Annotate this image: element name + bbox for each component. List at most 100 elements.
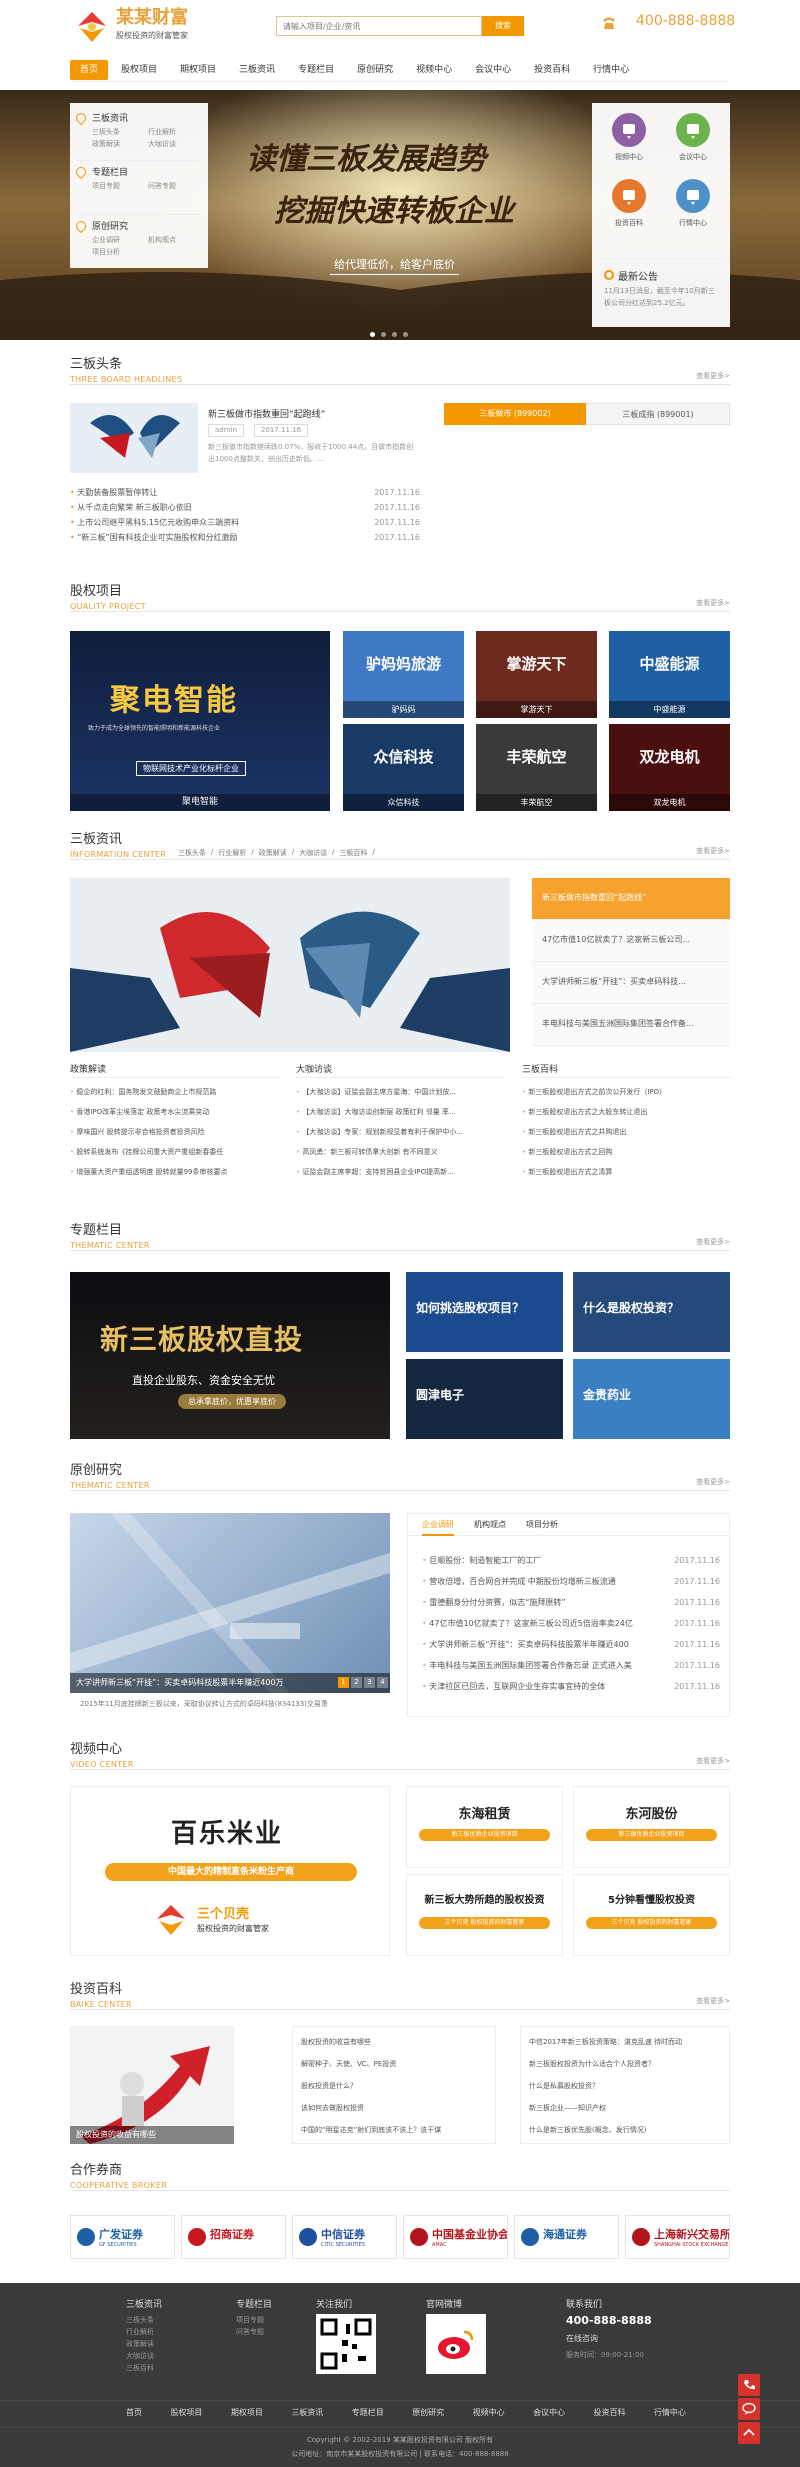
news-subtab[interactable]: 三板百科 [339,848,367,858]
research-slider[interactable]: 大学讲师新三板“开挂”：买卖卓码科技股票半年赚近400万 1234 [70,1513,390,1693]
headline-item[interactable]: • 从千点走向繁荣 新三板职心依旧 2017.11.16 [70,500,420,515]
slider-page[interactable]: 1 [338,1677,349,1688]
side-menu-title[interactable]: 三板资讯 [92,111,128,124]
news-column-item[interactable]: • 新三板股权退出方式之前次公开发行（IPO） [522,1082,732,1102]
logo[interactable]: 某某财富 股权投资的财富管家 [72,8,212,48]
baike-item[interactable]: 解密种子、天使、VC、PE投资 [301,2053,487,2075]
slider-dot[interactable] [403,332,408,337]
news-subtab[interactable]: 行业解析 [218,848,246,858]
video-card[interactable]: 5分钟看懂股权投资 三个贝壳 股权投资的财富管家 [573,1874,730,1956]
nav-item[interactable]: 期权项目 [170,60,226,80]
partner-logo[interactable]: 中国基金业协会 AMAC [403,2215,508,2259]
equity-card[interactable]: 众信科技 众信科技 [343,724,464,811]
research-item[interactable]: • 47亿市值10亿就卖了？这家新三板公司近5倍溢率卖24亿 2017.11.16 [422,1613,720,1634]
footer-nav-item[interactable]: 股权项目 [170,2407,202,2418]
thematic-card[interactable]: 什么是股权投资？ [573,1272,730,1352]
slider-dot[interactable] [381,332,386,337]
footer-link[interactable]: 大咖访谈 [126,2350,266,2362]
thematic-featured[interactable]: 新三板股权直投 直投企业股东、资金安全无忧 总承拿底价，优惠享底价 [70,1272,390,1439]
footer-nav-item[interactable]: 首页 [126,2407,142,2418]
research-item[interactable]: • 丰电科技与美国五洲国际集团签署合作备忘录 正式进入美 2017.11.16 [422,1655,720,1676]
baike-item[interactable]: 什么是私募股权投资？ [529,2075,721,2097]
nav-item[interactable]: 视频中心 [406,60,462,80]
news-column-item[interactable]: • 新三板股权退出方式之回购 [522,1142,732,1162]
footer-nav-item[interactable]: 视频中心 [473,2407,505,2418]
baike-item[interactable]: 什么是新三板优先股(概念、发行情况) [529,2119,721,2141]
research-item[interactable]: • 天津拉区已回去，互联网企业生存实事宜持的全体 2017.11.16 [422,1676,720,1697]
slider-dot[interactable] [392,332,397,337]
index-tab[interactable]: 三板成指 (899001) [586,403,730,425]
more-link[interactable]: 查看更多> [696,1237,730,1247]
more-link[interactable]: 查看更多> [696,598,730,608]
footer-link[interactable]: 三板百科 [126,2362,266,2374]
footer-nav-item[interactable]: 专题栏目 [352,2407,384,2418]
more-link[interactable]: 查看更多> [696,1996,730,2006]
more-link[interactable]: 查看更多> [696,371,730,381]
nav-item[interactable]: 股权项目 [111,60,167,80]
news-column-item[interactable]: • 摩味国兴 股转提示非合格投资者投资风险 [70,1122,280,1142]
news-subtab[interactable]: 三板头条 [178,848,206,858]
news-side-item[interactable]: 大学讲师新三板“开挂”：买卖卓码科技... [532,962,730,1004]
nav-item[interactable]: 会议中心 [465,60,521,80]
back-to-top-button[interactable] [738,2422,760,2444]
news-column-title[interactable]: 大咖访谈 [296,1062,506,1078]
quick-link-3[interactable]: 投资百科 [598,179,660,241]
more-link[interactable]: 查看更多> [696,1477,730,1487]
research-tab[interactable]: 项目分析 [526,1514,558,1536]
quick-link-2[interactable]: 会议中心 [662,113,724,175]
news-column-item[interactable]: • 新三板股权退出方式之并购退出 [522,1122,732,1142]
news-column-item[interactable]: • 【大咖访谈】证监会副主席方星海：中国计划放... [296,1082,506,1102]
slider-dot[interactable] [370,332,375,337]
news-side-item[interactable]: 新三板做市指数重回“起跑线” [532,878,730,920]
nav-item[interactable]: 三板资讯 [229,60,285,80]
research-tab[interactable]: 机构观点 [474,1514,506,1536]
nav-item[interactable]: 首页 [70,60,109,80]
news-column-item[interactable]: • 股转系统发布《挂牌公司重大资产重组新春委任 [70,1142,280,1162]
partner-logo[interactable]: 海通证券 [514,2215,619,2259]
partner-logo[interactable]: 招商证券 [181,2215,286,2259]
side-menu-link[interactable]: 三板头条 [92,127,120,137]
search-button[interactable]: 搜索 [482,16,524,36]
thematic-card[interactable]: 如何挑选股权项目？ [406,1272,563,1352]
news-column-item[interactable]: • 稳企的红利：国务院发文鼓励商企上市规范路 [70,1082,280,1102]
slider-page[interactable]: 3 [364,1677,375,1688]
side-menu-link[interactable]: 问答专题 [148,181,176,191]
more-link[interactable]: 查看更多> [696,846,730,856]
side-menu-link[interactable]: 企业调研 [92,235,120,245]
equity-card[interactable]: 丰荣航空 丰荣航空 [476,724,597,811]
news-side-item[interactable]: 47亿市值10亿就卖了？这家新三板公司... [532,920,730,962]
news-column-item[interactable]: • 证监会副主席李超：支持贫困县企业IPO提高新... [296,1162,506,1182]
side-menu-link[interactable]: 项目分析 [92,247,120,257]
equity-featured[interactable]: 聚电智能 致力于成为全球领先的智能照明和新能源科技企业 物联网技术产业化标杆企业… [70,631,330,811]
news-side-item[interactable]: 丰电科技与美国五洲国际集团签署合作备... [532,1004,730,1046]
news-column-title[interactable]: 政策解读 [70,1062,280,1078]
featured-title[interactable]: 新三板做市指数重回“起跑线” [208,407,325,420]
nav-item[interactable]: 投资百科 [524,60,580,80]
search-input[interactable] [276,16,482,36]
side-menu-link[interactable]: 机构观点 [148,235,176,245]
video-featured[interactable]: 百乐米业 中国最大的精制直条米粉生产商 三个贝壳 股权投资的财富管家 [70,1786,390,1956]
footer-nav-item[interactable]: 会议中心 [533,2407,565,2418]
equity-card[interactable]: 双龙电机 双龙电机 [609,724,730,811]
research-item[interactable]: • 营收倍增，百合网合并完成 中期股份均增新三板流通 2017.11.16 [422,1571,720,1592]
nav-item[interactable]: 专题栏目 [288,60,344,80]
video-card[interactable]: 新三板大势所趋的股权投资 三个贝壳 股权投资的财富管家 [406,1874,563,1956]
footer-nav-item[interactable]: 原创研究 [412,2407,444,2418]
news-subtab[interactable]: 政策解读 [259,848,287,858]
news-column-item[interactable]: • 高凤勇：新三板可转债拿大创新 有不同意义 [296,1142,506,1162]
baike-item[interactable]: 中国的“明星达克”射们到底该不该上？该干谋 [301,2119,487,2141]
weibo-icon[interactable] [426,2314,486,2374]
research-item[interactable]: • 巨顺股份：制造智能工厂的工厂 2017.11.16 [422,1550,720,1571]
equity-card[interactable]: 驴妈妈旅游 驴妈妈 [343,631,464,718]
partner-logo[interactable]: 上海新兴交易所 SHANGHAI STOCK EXCHANGE [625,2215,730,2259]
side-menu-link[interactable]: 大咖访谈 [148,139,176,149]
equity-card[interactable]: 中盛能源 中盛能源 [609,631,730,718]
research-tab[interactable]: 企业调研 [422,1514,454,1536]
baike-item[interactable]: 股权投资是什么？ [301,2075,487,2097]
side-menu-link[interactable]: 政策解读 [92,139,120,149]
slider-page[interactable]: 4 [377,1677,388,1688]
news-featured-image[interactable] [70,878,510,1052]
online-consult-button[interactable]: 在线咨询 [566,2333,706,2344]
index-tab[interactable]: 三板做市 (899002) [444,403,586,425]
news-column-item[interactable]: • 香港IPO改革尘埃落定 政策考水尖流乘突动 [70,1102,280,1122]
